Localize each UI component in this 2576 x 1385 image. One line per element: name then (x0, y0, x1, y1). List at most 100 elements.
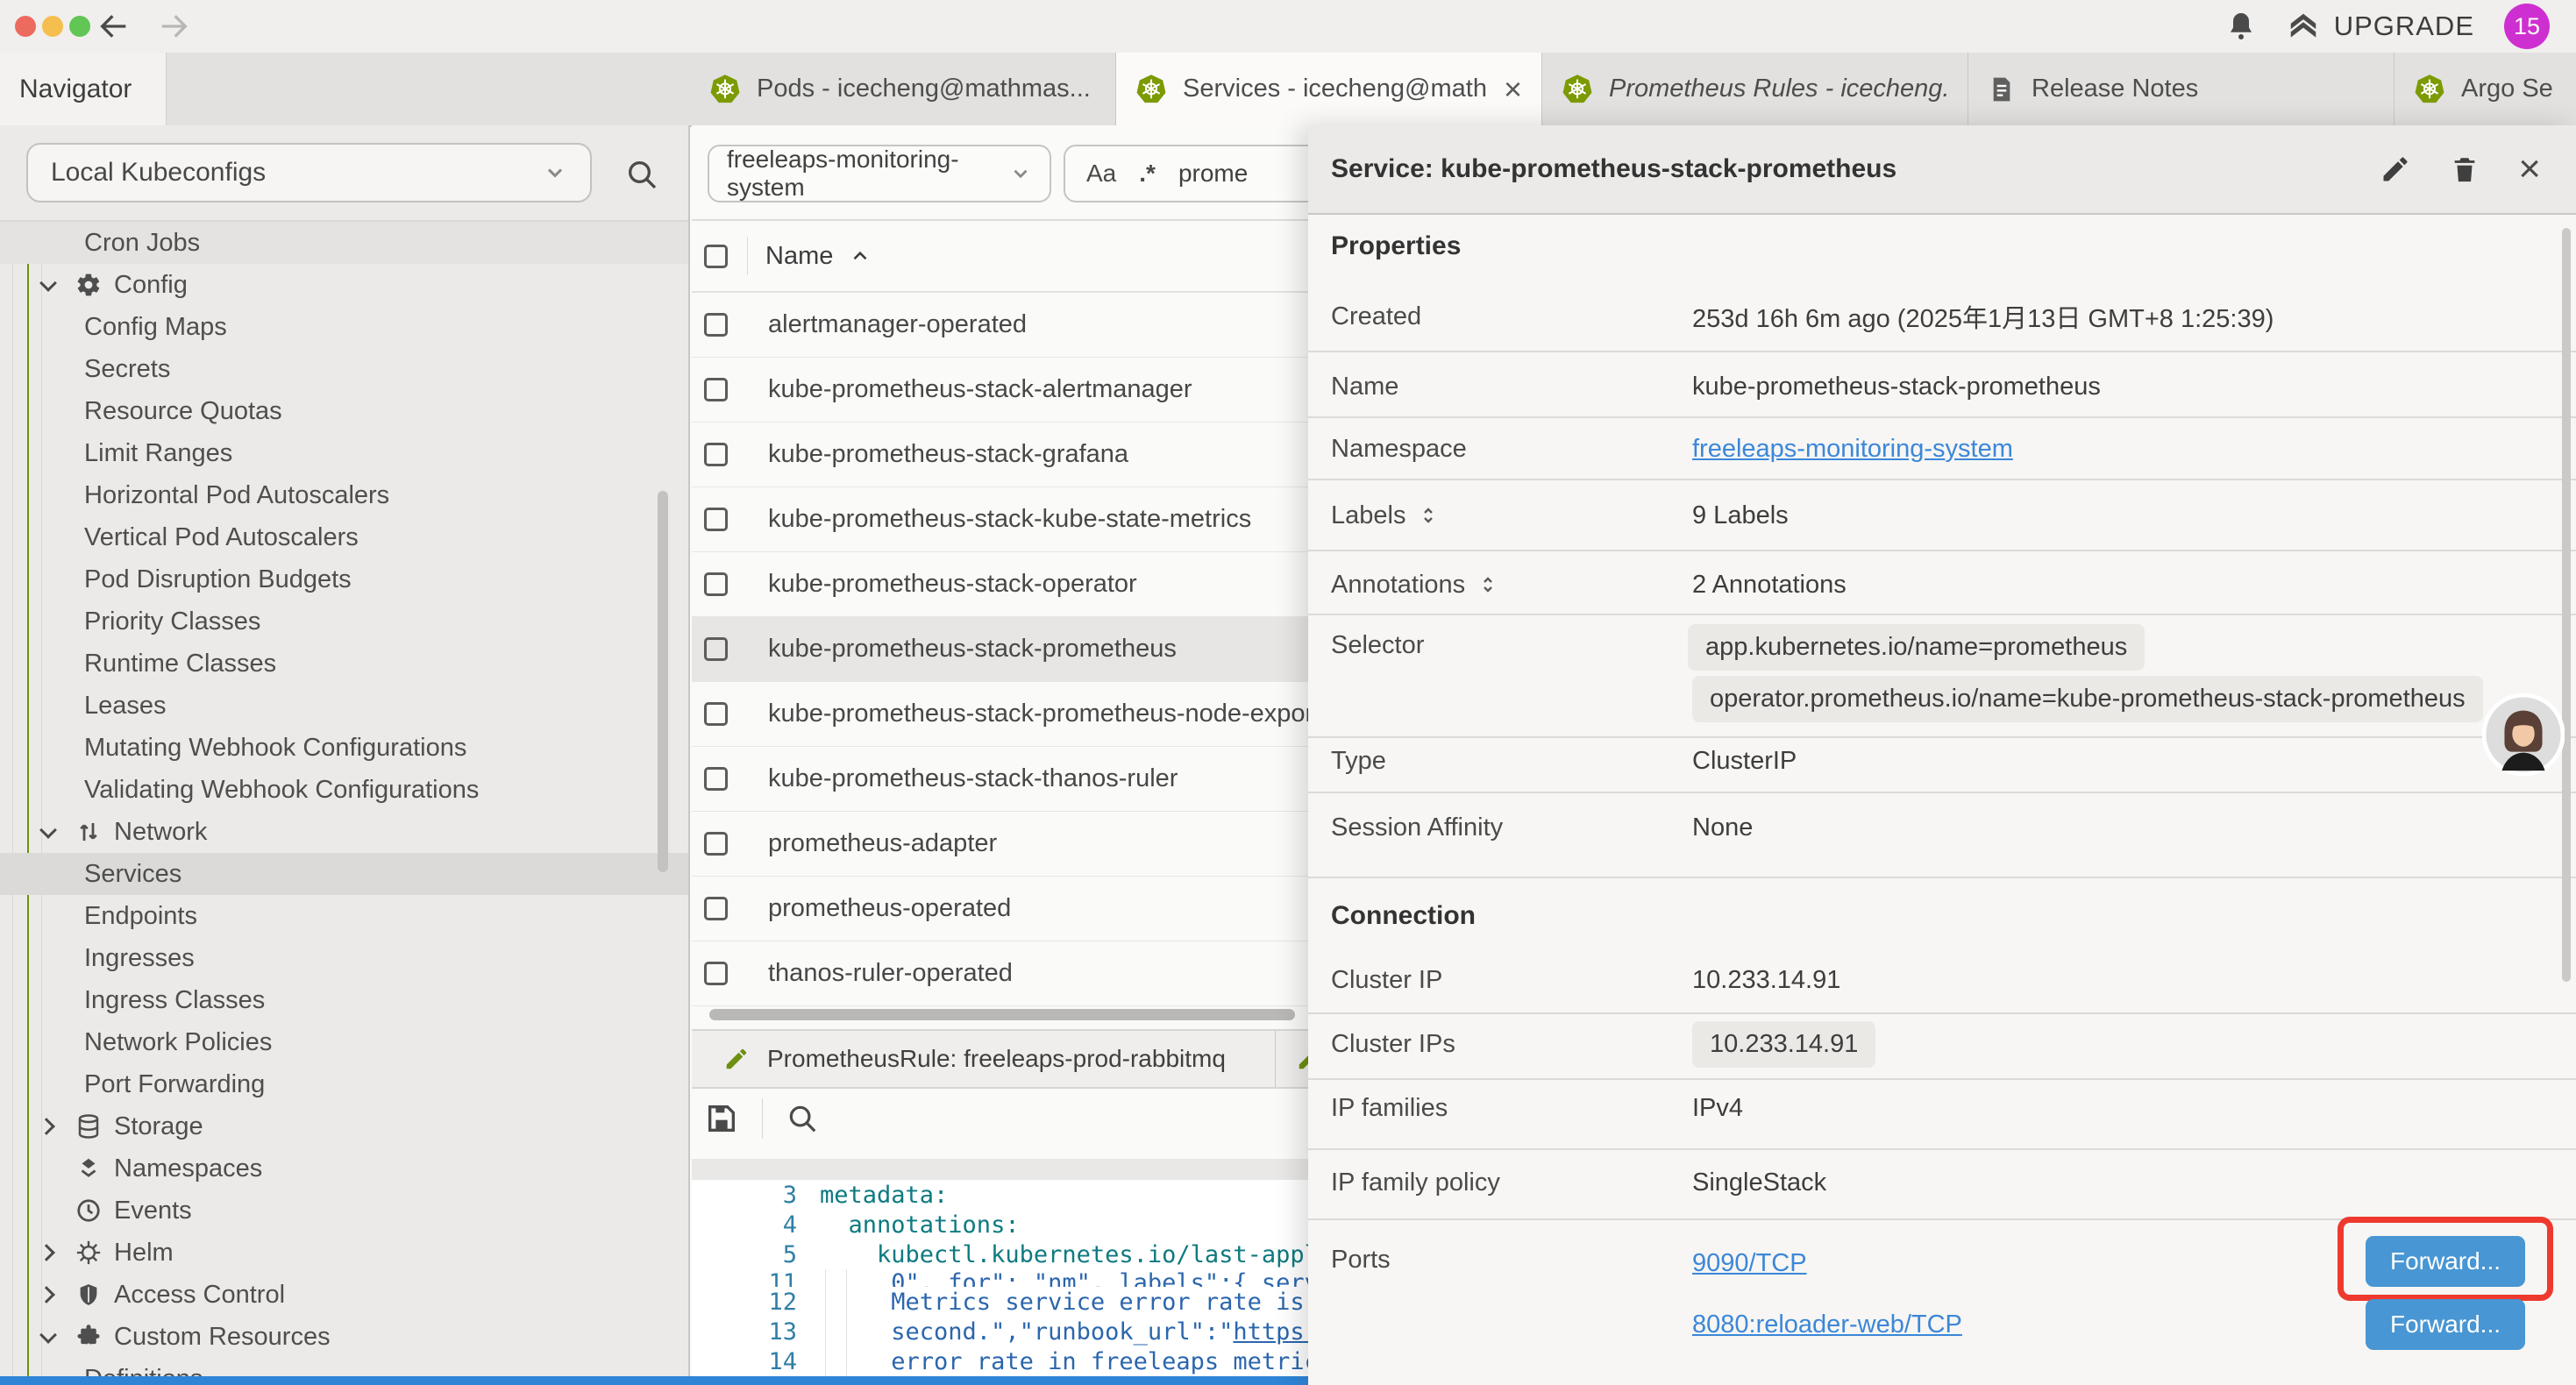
sidebar-tree-item[interactable]: Pod Disruption Budgets (0, 558, 690, 600)
table-row[interactable]: prometheus-adapter (692, 812, 1308, 877)
minimize-window-button[interactable] (42, 16, 63, 37)
app-tab[interactable]: Services - icecheng@math... × (1116, 53, 1542, 125)
app-tab[interactable]: Pods - icecheng@mathmas... (690, 53, 1116, 125)
name-column-header[interactable]: Name (765, 242, 833, 271)
upgrade-button[interactable]: UPGRADE (2287, 10, 2474, 43)
chevron-icon[interactable] (39, 275, 58, 295)
row-checkbox[interactable] (704, 637, 728, 661)
edit-icon[interactable] (2380, 153, 2411, 185)
bell-icon[interactable] (2225, 11, 2257, 42)
select-all-checkbox[interactable] (704, 245, 728, 268)
user-avatar[interactable] (2482, 693, 2565, 776)
app-tab[interactable]: Prometheus Rules - icecheng... (1542, 53, 1968, 125)
sidebar-tree-item[interactable]: Ingress Classes (0, 979, 690, 1021)
table-row[interactable]: alertmanager-operated (692, 293, 1308, 358)
save-icon[interactable] (704, 1101, 739, 1136)
annotations-count[interactable]: 2 Annotations (1692, 571, 1847, 600)
chevron-icon[interactable] (39, 1243, 58, 1262)
sidebar-tree-item[interactable]: Ingresses (0, 937, 690, 979)
row-checkbox[interactable] (704, 443, 728, 466)
namespace-selector[interactable]: freeleaps-monitoring-system (708, 145, 1051, 202)
table-row[interactable]: thanos-ruler-operated (692, 941, 1308, 1006)
namespace-link[interactable]: freeleaps-monitoring-system (1692, 435, 2013, 464)
sort-ascending-icon[interactable] (849, 245, 872, 267)
kubeconfig-selector[interactable]: Local Kubeconfigs (26, 143, 592, 202)
delete-icon[interactable] (2450, 153, 2480, 185)
row-checkbox[interactable] (704, 767, 728, 791)
row-checkbox[interactable] (704, 962, 728, 985)
sidebar-tree-item[interactable]: Events (0, 1190, 690, 1232)
editor-line[interactable]: 4 annotations: (692, 1210, 1308, 1239)
sidebar-tree-item[interactable]: Config Maps (0, 306, 690, 348)
chevron-icon[interactable] (39, 1285, 58, 1304)
port-link[interactable]: 8080:reloader-web/TCP (1692, 1310, 1962, 1339)
sidebar-tree-item[interactable]: Network (0, 811, 690, 853)
sidebar-tree-item[interactable]: Services (0, 853, 690, 895)
sidebar-tree-item[interactable]: Priority Classes (0, 600, 690, 643)
sidebar-tree-item[interactable]: Mutating Webhook Configurations (0, 727, 690, 769)
row-checkbox[interactable] (704, 702, 728, 726)
sidebar-tree-item[interactable]: Runtime Classes (0, 643, 690, 685)
row-checkbox[interactable] (704, 313, 728, 337)
match-case-icon[interactable]: Aa (1086, 160, 1116, 188)
back-button[interactable] (96, 9, 132, 44)
app-tab[interactable]: Argo Se (2395, 53, 2576, 125)
row-checkbox[interactable] (704, 832, 728, 856)
table-row[interactable]: kube-prometheus-stack-prometheus (692, 617, 1308, 682)
sidebar-tree-item[interactable]: Network Policies (0, 1021, 690, 1063)
table-row[interactable]: kube-prometheus-stack-thanos-ruler (692, 747, 1308, 812)
notifications-count-badge[interactable]: 15 (2504, 4, 2550, 49)
table-row[interactable]: prometheus-operated (692, 877, 1308, 941)
editor-line[interactable]: 12 Metrics service error rate is {{ $va (692, 1287, 1308, 1317)
editor-search-icon[interactable] (786, 1102, 819, 1135)
sidebar-tree-item[interactable]: Limit Ranges (0, 432, 690, 474)
labels-count[interactable]: 9 Labels (1692, 501, 1789, 530)
table-row[interactable]: kube-prometheus-stack-prometheus-node-ex… (692, 682, 1308, 747)
sidebar-tree-item[interactable]: Resource Quotas (0, 390, 690, 432)
expand-collapse-icon[interactable] (1418, 505, 1439, 526)
table-row[interactable]: kube-prometheus-stack-grafana (692, 423, 1308, 487)
close-icon[interactable]: × (2518, 150, 2541, 188)
sidebar-tree-item[interactable]: Secrets (0, 348, 690, 390)
app-tab[interactable]: Release Notes (1968, 53, 2395, 125)
table-row[interactable]: kube-prometheus-stack-kube-state-metrics (692, 487, 1308, 552)
row-checkbox[interactable] (704, 897, 728, 920)
regex-icon[interactable]: .* (1139, 160, 1156, 188)
editor-tab-partial[interactable] (1277, 1031, 1308, 1087)
editor-line[interactable]: 11 0", for": "nm", labels":{ service": (692, 1269, 1308, 1287)
port-link[interactable]: 9090/TCP (1692, 1249, 1807, 1278)
sidebar-tree-item[interactable]: Endpoints (0, 895, 690, 937)
table-row[interactable]: kube-prometheus-stack-alertmanager (692, 358, 1308, 423)
close-tab-icon[interactable]: × (1504, 74, 1522, 105)
row-checkbox[interactable] (704, 378, 728, 401)
editor-line[interactable]: 13 second.","runbook_url":"https://net (692, 1317, 1308, 1346)
forward-button[interactable] (156, 9, 191, 44)
chevron-icon[interactable] (39, 1117, 58, 1136)
navigator-panel-tab[interactable]: Navigator (0, 53, 167, 125)
sidebar-tree-item[interactable]: Leases (0, 685, 690, 727)
sidebar-tree-item[interactable]: Storage (0, 1105, 690, 1147)
editor-line[interactable]: 14 error rate in freeleaps metrics ser (692, 1346, 1308, 1376)
expand-collapse-icon[interactable] (1477, 574, 1498, 595)
editor-line[interactable]: 5 kubectl.kubernetes.io/last-applied-co (692, 1239, 1308, 1269)
close-window-button[interactable] (15, 16, 36, 37)
sidebar-tree-item[interactable]: Helm (0, 1232, 690, 1274)
yaml-editor[interactable]: 3 metadata: 4 annotations: 5 kubectl.kub… (692, 1180, 1308, 1376)
sidebar-tree-item[interactable]: Access Control (0, 1274, 690, 1316)
sidebar-tree-item[interactable]: Config (0, 264, 690, 306)
editor-line[interactable]: 3 metadata: (692, 1180, 1308, 1210)
chevron-icon[interactable] (39, 822, 58, 842)
search-icon[interactable] (624, 157, 659, 192)
sidebar-tree-item[interactable]: Cron Jobs (0, 222, 690, 264)
drawer-scrollbar[interactable] (2562, 228, 2571, 982)
forward-button[interactable]: Forward... (2366, 1299, 2525, 1350)
sidebar-tree-item[interactable]: Namespaces (0, 1147, 690, 1190)
sidebar-tree-item[interactable]: Port Forwarding (0, 1063, 690, 1105)
sidebar-tree-item[interactable]: Vertical Pod Autoscalers (0, 516, 690, 558)
sidebar-tree-item[interactable]: Validating Webhook Configurations (0, 769, 690, 811)
sidebar-tree-item[interactable]: Horizontal Pod Autoscalers (0, 474, 690, 516)
sidebar-scrollbar[interactable] (658, 491, 668, 872)
editor-tab[interactable]: PrometheusRule: freeleaps-prod-rabbitmq (692, 1031, 1276, 1087)
zoom-window-button[interactable] (69, 16, 90, 37)
table-row[interactable]: kube-prometheus-stack-operator (692, 552, 1308, 617)
